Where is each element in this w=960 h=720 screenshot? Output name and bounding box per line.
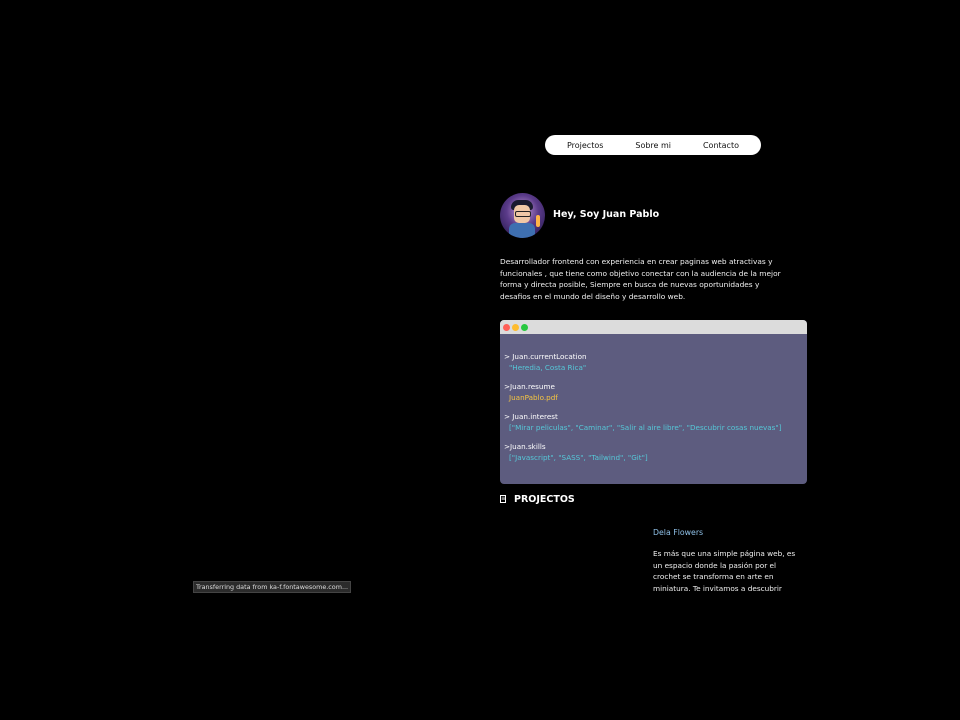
hero-title: Hey, Soy Juan Pablo — [553, 209, 660, 220]
terminal-command: >Juan.resume — [504, 382, 555, 391]
nav-link-contacto[interactable]: Contacto — [703, 141, 739, 150]
terminal-titlebar — [500, 320, 807, 334]
terminal-entry-resume: >Juan.resume JuanPablo.pdf — [504, 381, 807, 403]
terminal-entry-skills: >Juan.skills ["Javascript", "SASS", "Tai… — [504, 441, 807, 463]
terminal-entry-interest: > Juan.interest ["Mirar peliculas", "Cam… — [504, 411, 807, 433]
project-description: Es más que una simple página web, es un … — [653, 549, 796, 593]
terminal-body: > Juan.currentLocation "Heredia, Costa R… — [500, 334, 807, 463]
page: Projectos Sobre mi Contacto Hey, Soy Jua… — [0, 0, 960, 720]
terminal-command: >Juan.skills — [504, 442, 546, 451]
terminal-window: > Juan.currentLocation "Heredia, Costa R… — [500, 320, 807, 484]
nav-link-projectos[interactable]: Projectos — [567, 141, 603, 150]
avatar-body — [509, 223, 535, 238]
bio-text: Desarrollador frontend con experiencia e… — [500, 257, 781, 301]
avatar-glasses — [515, 211, 531, 217]
avatar-light — [536, 215, 540, 227]
browser-status-bar: Transferring data from ka-f.fontawesome.… — [193, 581, 352, 593]
terminal-output: ["Mirar peliculas", "Caminar", "Salir al… — [509, 423, 782, 432]
main-nav: Projectos Sobre mi Contacto — [545, 135, 761, 155]
close-dot-icon — [503, 323, 510, 331]
maximize-dot-icon — [521, 323, 528, 331]
terminal-output: ["Javascript", "SASS", "Tailwind", "Git"… — [509, 453, 648, 462]
terminal-command: > Juan.currentLocation — [504, 352, 587, 361]
minimize-dot-icon — [512, 323, 519, 331]
terminal-output: "Heredia, Costa Rica" — [509, 363, 587, 372]
terminal-entry-location: > Juan.currentLocation "Heredia, Costa R… — [504, 351, 807, 373]
terminal-command: > Juan.interest — [504, 412, 558, 421]
file-icon: ≡ — [500, 495, 507, 503]
nav-link-sobre-mi[interactable]: Sobre mi — [635, 141, 671, 150]
project-title[interactable]: Dela Flowers — [653, 528, 703, 537]
resume-link[interactable]: JuanPablo.pdf — [504, 392, 807, 403]
avatar — [500, 193, 545, 238]
projects-heading: PROJECTOS — [514, 494, 575, 505]
